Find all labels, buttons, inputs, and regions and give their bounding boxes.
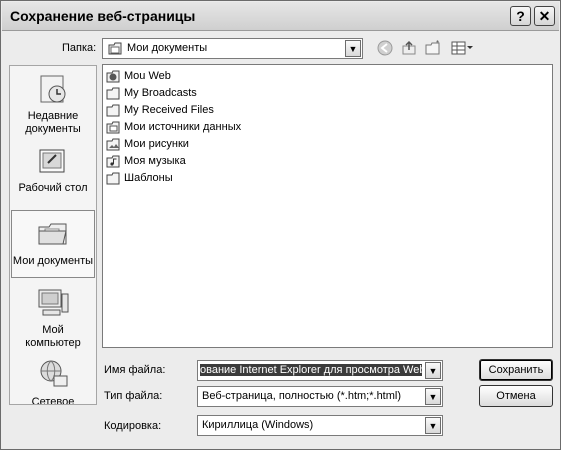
filename-label: Имя файла:	[104, 364, 166, 376]
place-network[interactable]: Сетевое	[11, 358, 95, 405]
my-computer-icon	[38, 289, 69, 316]
dialog-title: Сохранение веб-страницы	[10, 8, 196, 24]
svg-text:*: *	[436, 40, 439, 48]
pictures-folder-icon	[106, 138, 120, 150]
up-folder-icon	[402, 40, 416, 55]
place-desktop[interactable]: Рабочий стол	[11, 144, 95, 195]
folder-dropdown-arrow[interactable]: ▼	[345, 40, 361, 57]
filetype-value: Веб-страница, полностью (*.htm;*.html)	[202, 390, 402, 402]
list-item-label: My Received Files	[124, 104, 214, 116]
save-webpage-dialog: Сохранение веб-страницы ? ✕ Папка: Мои д…	[0, 0, 561, 450]
list-item-label: Мои источники данных	[124, 121, 242, 133]
filetype-dropdown-arrow[interactable]: ▼	[425, 388, 441, 405]
chevron-down-icon: ▼	[348, 43, 358, 54]
list-item-label: Моя музыка	[124, 155, 186, 167]
back-button[interactable]	[375, 38, 395, 58]
chevron-down-icon: ▼	[428, 391, 438, 402]
recent-documents-icon	[40, 75, 66, 103]
new-folder-icon: *	[425, 40, 440, 55]
filetype-select[interactable]: Веб-страница, полностью (*.htm;*.html) ▼	[197, 386, 443, 407]
place-label: Рабочий стол	[18, 182, 88, 194]
close-icon: ✕	[538, 7, 551, 24]
list-item[interactable]: Шаблоны	[106, 170, 173, 186]
up-folder-button[interactable]	[399, 38, 419, 58]
encoding-label: Кодировка:	[104, 420, 162, 432]
list-item-label: My Broadcasts	[124, 87, 197, 99]
filename-dropdown-arrow[interactable]: ▼	[425, 362, 441, 379]
help-icon: ?	[516, 8, 525, 24]
file-list[interactable]: Mou Web My Broadcasts My Received Files …	[102, 64, 553, 348]
view-menu-icon	[451, 41, 473, 55]
folder-icon	[106, 87, 120, 99]
chevron-down-icon: ▼	[428, 420, 438, 431]
encoding-value: Кириллица (Windows)	[202, 419, 314, 431]
desktop-icon	[39, 149, 65, 173]
place-my-documents[interactable]: Мои документы	[11, 210, 95, 278]
my-documents-icon	[38, 223, 67, 245]
place-recent-documents[interactable]: Недавние документы	[11, 72, 95, 136]
help-button[interactable]: ?	[510, 6, 531, 26]
list-item[interactable]: My Received Files	[106, 102, 214, 118]
folder-icon	[108, 42, 122, 55]
folder-combobox[interactable]: Мои документы ▼	[102, 38, 363, 59]
list-item-label: Шаблоны	[124, 172, 173, 184]
list-item[interactable]: Мои источники данных	[106, 119, 241, 135]
list-item[interactable]: Mou Web	[106, 68, 171, 84]
folder-icon	[106, 104, 120, 116]
filename-value: ование Internet Explorer для просмотра W…	[200, 364, 422, 376]
close-button[interactable]: ✕	[534, 6, 555, 26]
list-item-label: Мои рисунки	[124, 138, 189, 150]
chevron-down-icon: ▼	[428, 365, 438, 376]
list-item[interactable]: Мои рисунки	[106, 136, 189, 152]
new-folder-button[interactable]: *	[423, 38, 443, 58]
place-label: Мой компьютер	[25, 324, 81, 349]
place-label: Недавние документы	[25, 110, 81, 135]
data-sources-folder-icon	[106, 121, 120, 133]
web-folder-icon	[106, 70, 120, 82]
list-item-label: Mou Web	[124, 70, 171, 82]
back-icon	[377, 40, 393, 56]
list-item[interactable]: Моя музыка	[106, 153, 186, 169]
folder-label: Папка:	[62, 42, 97, 54]
places-bar: Недавние документы Рабочий стол Мои доку…	[9, 65, 97, 405]
place-label: Сетевое	[31, 396, 75, 405]
music-folder-icon	[106, 155, 120, 167]
folder-value: Мои документы	[127, 42, 208, 54]
filetype-label: Тип файла:	[104, 390, 163, 402]
encoding-select[interactable]: Кириллица (Windows) ▼	[197, 415, 443, 436]
list-item[interactable]: My Broadcasts	[106, 85, 197, 101]
cancel-button[interactable]: Отмена	[479, 385, 553, 407]
folder-icon	[106, 172, 120, 184]
place-my-computer[interactable]: Мой компьютер	[11, 286, 95, 350]
place-label: Мои документы	[12, 255, 94, 267]
title-bar[interactable]: Сохранение веб-страницы ? ✕	[2, 2, 559, 31]
save-button[interactable]: Сохранить	[479, 359, 553, 381]
filename-input[interactable]: ование Internet Explorer для просмотра W…	[197, 360, 443, 381]
view-menu-button[interactable]	[449, 38, 475, 58]
encoding-dropdown-arrow[interactable]: ▼	[425, 417, 441, 434]
network-icon	[40, 360, 68, 387]
